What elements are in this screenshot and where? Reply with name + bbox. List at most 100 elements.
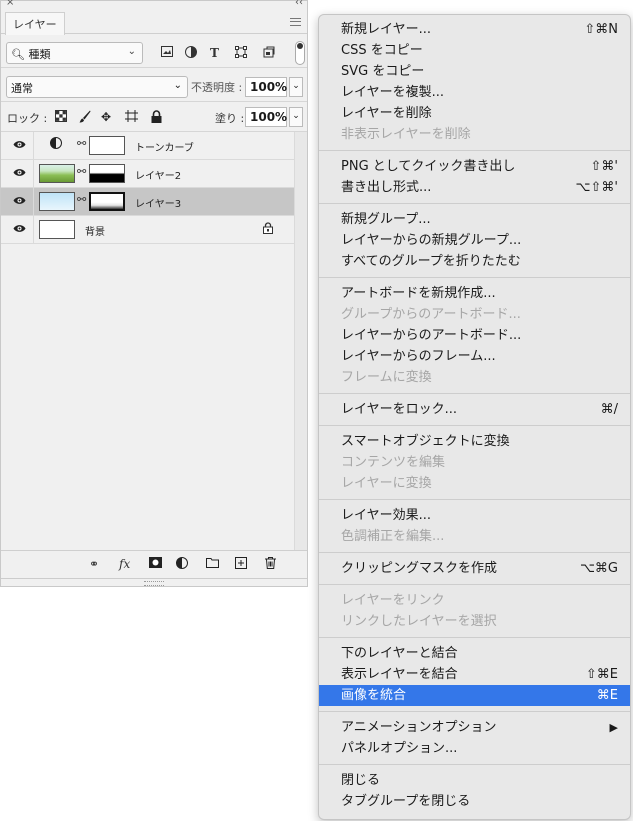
blend-mode-select[interactable]: 通常 ⌄ xyxy=(6,76,188,98)
new-adjustment-layer-icon[interactable] xyxy=(176,557,188,572)
menu-item[interactable]: 新規レイヤー... ⇧⌘N xyxy=(319,19,630,40)
layer-thumbnail[interactable] xyxy=(39,164,75,183)
menu-item[interactable]: レイヤー効果... xyxy=(319,505,630,526)
image-filter-icon[interactable] xyxy=(161,46,173,60)
menu-item[interactable]: クリッピングマスクを作成 ⌥⌘G xyxy=(319,558,630,579)
menu-item[interactable]: レイヤーからの新規グループ... xyxy=(319,230,630,251)
menu-item[interactable]: レイヤーをロック... ⌘/ xyxy=(319,399,630,420)
new-group-icon[interactable] xyxy=(206,557,219,571)
layer-mask-thumbnail[interactable] xyxy=(89,192,125,211)
type-filter-icon[interactable]: T xyxy=(210,46,219,60)
layer-row-background[interactable]: 背景 xyxy=(1,216,294,244)
menu-item[interactable]: SVG をコピー xyxy=(319,61,630,82)
close-panel-icon[interactable]: × xyxy=(6,0,14,8)
menu-item[interactable]: アニメーションオプション ▶ xyxy=(319,717,630,738)
lock-icon[interactable] xyxy=(263,222,273,237)
menu-item-shortcut: ⇧⌘N xyxy=(584,22,618,37)
layer-name[interactable]: トーンカーブ xyxy=(135,139,194,154)
lock-position-icon[interactable]: ✥ xyxy=(101,110,111,124)
layers-scrollbar[interactable] xyxy=(294,132,307,550)
menu-item[interactable]: 画像を統合 ⌘E xyxy=(319,685,630,706)
menu-item: レイヤーに変換 xyxy=(319,473,630,494)
lock-all-icon[interactable] xyxy=(151,110,162,126)
blend-mode-value: 通常 xyxy=(11,82,33,95)
link-layers-icon[interactable]: ⚭ xyxy=(89,557,99,571)
menu-item-label: 書き出し形式... xyxy=(341,180,432,195)
lock-transparent-pixels-icon[interactable] xyxy=(55,110,67,125)
layer-mask-thumbnail[interactable] xyxy=(89,136,125,155)
menu-item[interactable]: 閉じる xyxy=(319,770,630,791)
layer-name[interactable]: 背景 xyxy=(85,223,105,238)
layer-row-layer-3[interactable]: ⚯ レイヤー3 xyxy=(1,188,294,216)
menu-item[interactable]: PNG としてクイック書き出し ⇧⌘' xyxy=(319,156,630,177)
menu-item[interactable]: パネルオプション... xyxy=(319,738,630,759)
menu-item[interactable]: 新規グループ... xyxy=(319,209,630,230)
menu-item[interactable]: レイヤーからのフレーム... xyxy=(319,346,630,367)
fill-input[interactable]: 100% xyxy=(245,107,287,127)
menu-item-label: リンクしたレイヤーを選択 xyxy=(341,614,497,629)
layer-row-tone-curve[interactable]: ⚯ トーンカーブ xyxy=(1,132,294,160)
opacity-dropdown-button[interactable]: ⌄ xyxy=(289,77,303,97)
menu-item[interactable]: スマートオブジェクトに変換 xyxy=(319,431,630,452)
menu-separator xyxy=(319,198,630,209)
filter-toggle[interactable] xyxy=(295,41,305,65)
add-mask-icon[interactable] xyxy=(149,557,162,571)
menu-item[interactable]: すべてのグループを折りたたむ xyxy=(319,251,630,272)
fill-dropdown-button[interactable]: ⌄ xyxy=(289,107,303,127)
menu-item-label: レイヤーを複製... xyxy=(341,85,445,100)
menu-item[interactable]: レイヤーからのアートボード... xyxy=(319,325,630,346)
layer-row-layer-2[interactable]: ⚯ レイヤー2 xyxy=(1,160,294,188)
menu-item-shortcut: ⌥⇧⌘' xyxy=(575,180,618,195)
menu-item[interactable]: レイヤーを複製... xyxy=(319,82,630,103)
menu-item-label: 色調補正を編集... xyxy=(341,529,445,544)
menu-item-label: フレームに変換 xyxy=(341,370,432,385)
menu-item-label: 新規グループ... xyxy=(341,212,431,227)
panel-resize-grip[interactable] xyxy=(1,578,307,586)
menu-item[interactable]: レイヤーを削除 xyxy=(319,103,630,124)
visibility-eye-icon[interactable] xyxy=(13,166,26,180)
menu-item-label: 下のレイヤーと結合 xyxy=(341,646,458,661)
layer-mask-thumbnail[interactable] xyxy=(89,164,125,183)
menu-separator xyxy=(319,706,630,717)
menu-item[interactable]: アートボードを新規作成... xyxy=(319,283,630,304)
link-chain-icon[interactable]: ⚯ xyxy=(77,137,86,150)
visibility-eye-icon[interactable] xyxy=(13,194,26,208)
filter-kind-select[interactable]: 🔍︎ 種類 ⌄ xyxy=(6,42,143,64)
layer-thumbnail[interactable] xyxy=(39,192,75,211)
menu-item-label: アートボードを新規作成... xyxy=(341,286,496,301)
panel-menu-icon[interactable] xyxy=(290,18,301,26)
menu-separator xyxy=(319,759,630,770)
link-chain-icon[interactable]: ⚯ xyxy=(77,165,86,178)
menu-item-shortcut: ⌘/ xyxy=(600,402,618,417)
lock-image-pixels-icon[interactable] xyxy=(79,110,91,126)
lock-row: ロック : ✥ 塗り : 100% ⌄ xyxy=(1,102,307,132)
tab-layers[interactable]: レイヤー xyxy=(5,12,65,35)
link-chain-icon[interactable]: ⚯ xyxy=(77,193,86,206)
menu-item-label: 非表示レイヤーを削除 xyxy=(341,127,471,142)
layer-name[interactable]: レイヤー2 xyxy=(135,167,181,182)
fx-icon[interactable]: fx xyxy=(119,557,130,571)
menu-item[interactable]: タブグループを閉じる xyxy=(319,791,630,812)
smart-object-filter-icon[interactable] xyxy=(263,46,275,61)
layer-name[interactable]: レイヤー3 xyxy=(135,195,181,210)
panel-flyout-menu: 新規レイヤー... ⇧⌘N CSS をコピー SVG をコピーレイヤーを複製... レイ… xyxy=(318,14,631,820)
layer-thumbnail[interactable] xyxy=(39,220,75,239)
trash-icon[interactable] xyxy=(265,557,276,572)
menu-item[interactable]: 表示レイヤーを結合 ⇧⌘E xyxy=(319,664,630,685)
menu-item[interactable]: 下のレイヤーと結合 xyxy=(319,643,630,664)
curves-adjustment-icon xyxy=(50,137,62,152)
menu-item[interactable]: CSS をコピー xyxy=(319,40,630,61)
collapse-panel-icon[interactable]: ‹‹ xyxy=(295,0,303,8)
visibility-eye-icon[interactable] xyxy=(13,138,26,152)
new-layer-icon[interactable] xyxy=(235,557,247,572)
menu-item-label: レイヤー効果... xyxy=(341,508,432,523)
opacity-input[interactable]: 100% xyxy=(245,77,287,97)
lock-artboard-icon[interactable] xyxy=(125,110,138,125)
adjustment-filter-icon[interactable] xyxy=(185,46,197,61)
visibility-eye-icon[interactable] xyxy=(13,222,26,236)
shape-filter-icon[interactable] xyxy=(235,46,247,61)
panel-tabbar: レイヤー xyxy=(1,8,307,35)
submenu-arrow-icon: ▶ xyxy=(609,721,618,734)
menu-item[interactable]: 書き出し形式... ⌥⇧⌘' xyxy=(319,177,630,198)
menu-item-shortcut: ⌥⌘G xyxy=(579,561,618,576)
